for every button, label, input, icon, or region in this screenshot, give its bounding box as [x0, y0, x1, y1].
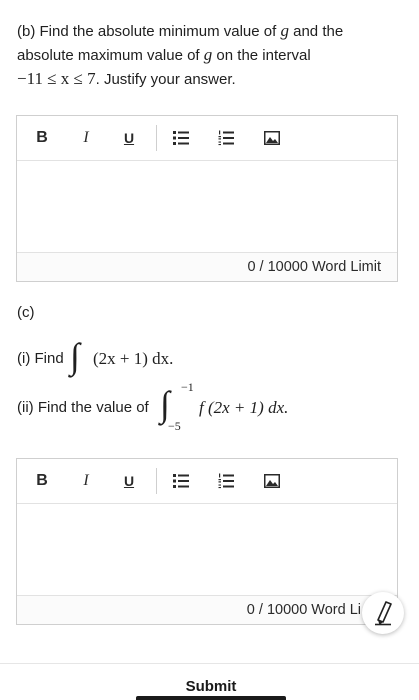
insert-image-button[interactable] [262, 126, 282, 150]
integral-upper-limit: −1 [181, 380, 194, 394]
image-icon [264, 474, 280, 488]
underline-button[interactable]: U [120, 469, 138, 493]
editor-toolbar: B I U [17, 116, 397, 161]
toolbar-divider [156, 125, 157, 151]
integral-lower-limit: −5 [168, 419, 181, 433]
toolbar-divider [156, 468, 157, 494]
bold-button[interactable]: B [33, 469, 51, 493]
underline-button[interactable]: U [120, 126, 138, 150]
footer-divider [0, 663, 419, 664]
numbered-list-button[interactable] [216, 469, 236, 493]
italic-button[interactable]: I [77, 126, 95, 150]
bulleted-list-icon [173, 474, 189, 488]
numbered-list-icon [218, 130, 234, 146]
part-c-ii: (ii) Find the value of [17, 399, 149, 416]
answer-editor-b[interactable]: B I U 0 / 10000 Word Limit [16, 115, 398, 282]
word-count: 0 / 10000 Word Limit [17, 252, 397, 281]
editor-text-area[interactable] [17, 504, 397, 595]
editor-toolbar: B I U [17, 459, 397, 504]
bulleted-list-button[interactable] [171, 126, 191, 150]
bulleted-list-button[interactable] [171, 469, 191, 493]
image-icon [264, 131, 280, 145]
bold-button[interactable]: B [33, 126, 51, 150]
insert-image-button[interactable] [262, 469, 282, 493]
interval-math: −11 ≤ x ≤ 7 [17, 69, 96, 88]
pencil-button[interactable] [362, 592, 404, 634]
integral-sign-i: ∫ [70, 336, 80, 376]
italic-button[interactable]: I [77, 469, 95, 493]
part-c-i-integrand: (2x + 1) dx. [93, 349, 174, 368]
part-c-i: (i) Find [17, 350, 64, 367]
submit-underline [136, 696, 286, 700]
part-b-line-3: −11 ≤ x ≤ 7. Justify your answer. [17, 69, 236, 88]
editor-text-area[interactable] [17, 161, 397, 252]
bulleted-list-icon [173, 131, 189, 145]
answer-editor-c[interactable]: B I U 0 / 10000 Word Li [16, 458, 398, 625]
pencil-icon [375, 601, 392, 626]
part-b-line-1: (b) Find the absolute minimum value of g… [17, 21, 344, 40]
part-c-label: (c) [17, 304, 35, 321]
numbered-list-icon [218, 473, 234, 489]
numbered-list-button[interactable] [216, 126, 236, 150]
word-count: 0 / 10000 Word Li [17, 595, 397, 624]
part-b-line-2: absolute maximum value of g on the inter… [17, 45, 311, 64]
part-c-ii-integrand: f (2x + 1) dx. [199, 398, 289, 417]
